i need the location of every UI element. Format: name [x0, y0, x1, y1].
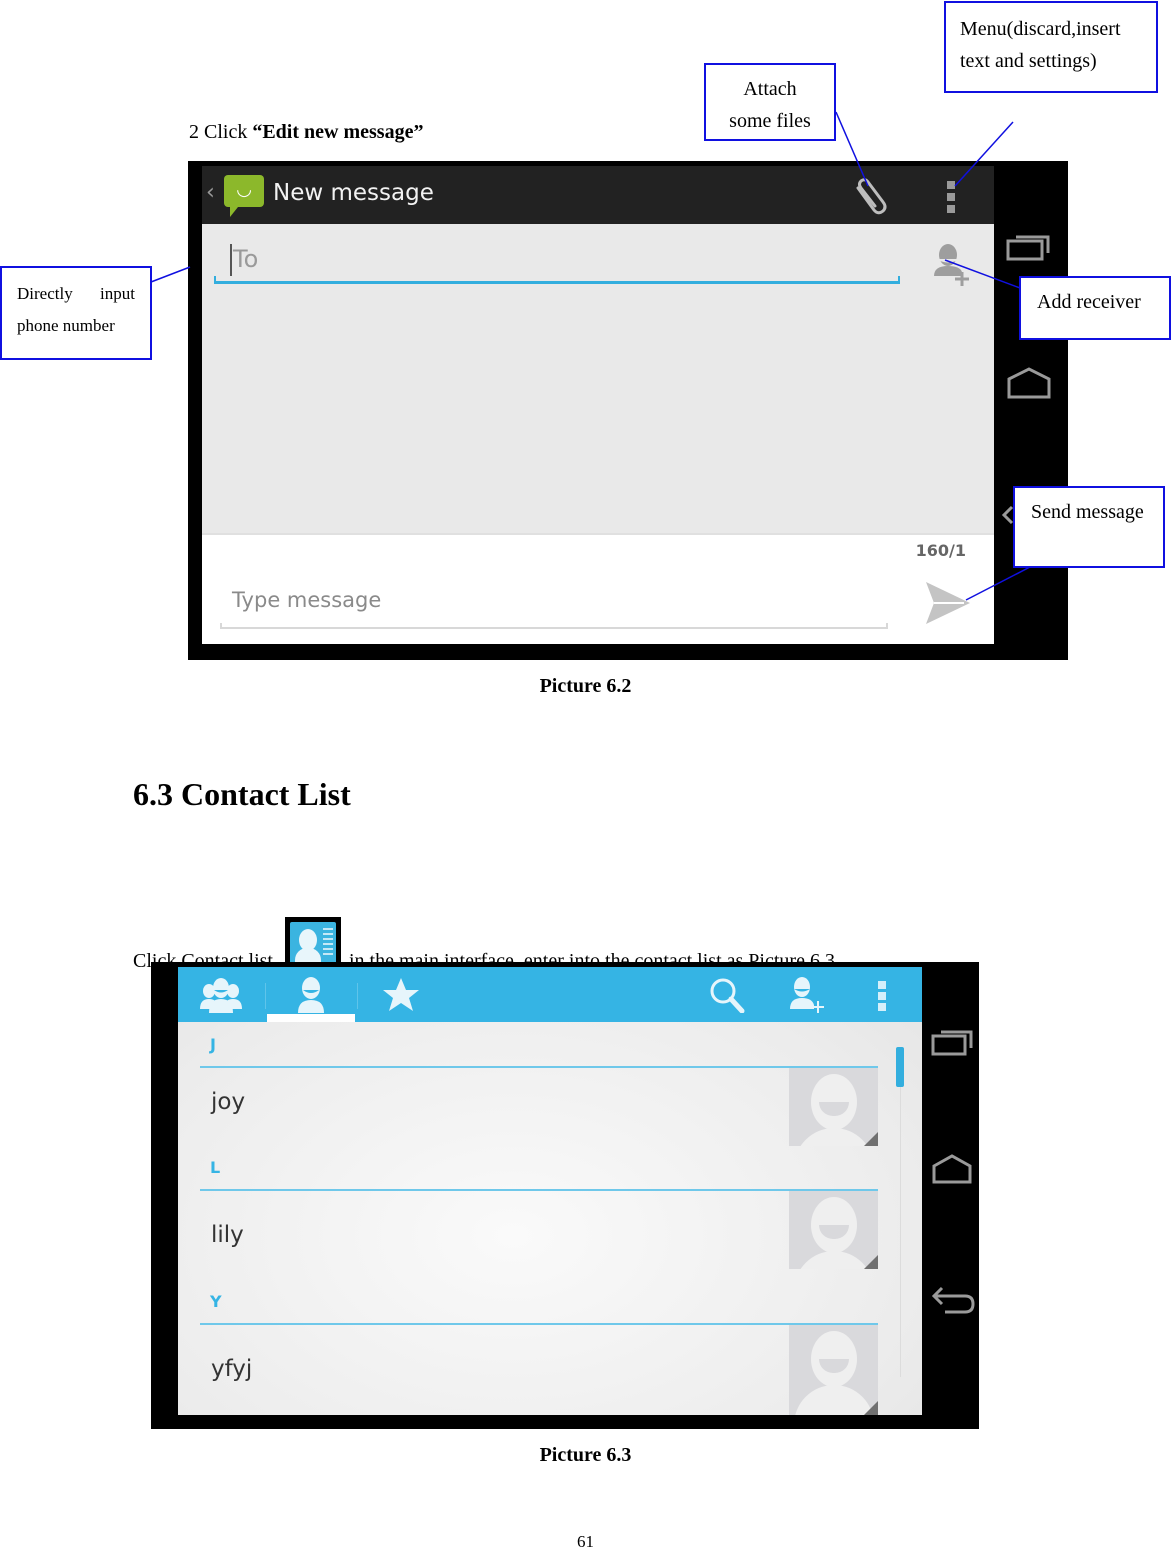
page-number: 61: [577, 1532, 594, 1551]
section-header-l: L: [210, 1158, 221, 1177]
scrollbar-thumb[interactable]: [896, 1047, 904, 1087]
tab-separator: [357, 983, 358, 1009]
add-receiver-connector: [944, 259, 1021, 289]
direct-input-connector: [150, 266, 191, 283]
callout-connectors: [150, 111, 1031, 601]
section-header-y: Y: [210, 1292, 222, 1311]
overflow-menu-icon[interactable]: [878, 981, 888, 1017]
contacts-app: J joy L lily Y yfyj: [178, 967, 922, 1415]
section-title: 6.3 Contact List: [133, 776, 351, 812]
contact-name-yfyj[interactable]: yfyj: [211, 1356, 252, 1382]
star-icon[interactable]: [380, 977, 422, 1013]
section-divider: [200, 1066, 878, 1068]
person-icon[interactable]: [290, 977, 332, 1013]
search-icon[interactable]: [706, 977, 748, 1013]
add-person-icon[interactable]: [786, 977, 828, 1013]
home-icon[interactable]: [931, 1152, 977, 1192]
section-divider: [200, 1189, 878, 1191]
send-connector: [965, 566, 1031, 601]
contact-name-lily[interactable]: lily: [211, 1222, 244, 1248]
menu-connector: [954, 121, 1014, 187]
callout-menu: Menu(discard,insert text and settings): [944, 1, 1158, 93]
selected-tab-indicator: [267, 1014, 355, 1022]
callout-direct-input: Directly input phone number: [0, 266, 152, 360]
attach-connector: [835, 111, 869, 187]
scroll-track: [900, 1047, 901, 1377]
contact-name-joy[interactable]: joy: [211, 1089, 245, 1115]
callout-attach: Attach some files: [704, 63, 836, 141]
picture-6-3-caption: Picture 6.3: [539, 1444, 632, 1466]
contact-avatar[interactable]: [789, 1191, 878, 1269]
recent-apps-icon[interactable]: [931, 1024, 977, 1064]
callout-send: Send message: [1013, 486, 1165, 568]
section-header-j: J: [210, 1035, 216, 1054]
contact-avatar[interactable]: [789, 1068, 878, 1146]
callout-add-receiver: Add receiver: [1019, 276, 1171, 340]
back-icon[interactable]: [931, 1282, 977, 1322]
tab-separator: [265, 983, 266, 1009]
groups-icon[interactable]: [200, 977, 242, 1013]
contact-list-screenshot: J joy L lily Y yfyj: [151, 962, 979, 1429]
contact-avatar[interactable]: [789, 1325, 878, 1415]
contacts-action-bar: [178, 967, 922, 1022]
section-divider: [200, 1323, 878, 1325]
